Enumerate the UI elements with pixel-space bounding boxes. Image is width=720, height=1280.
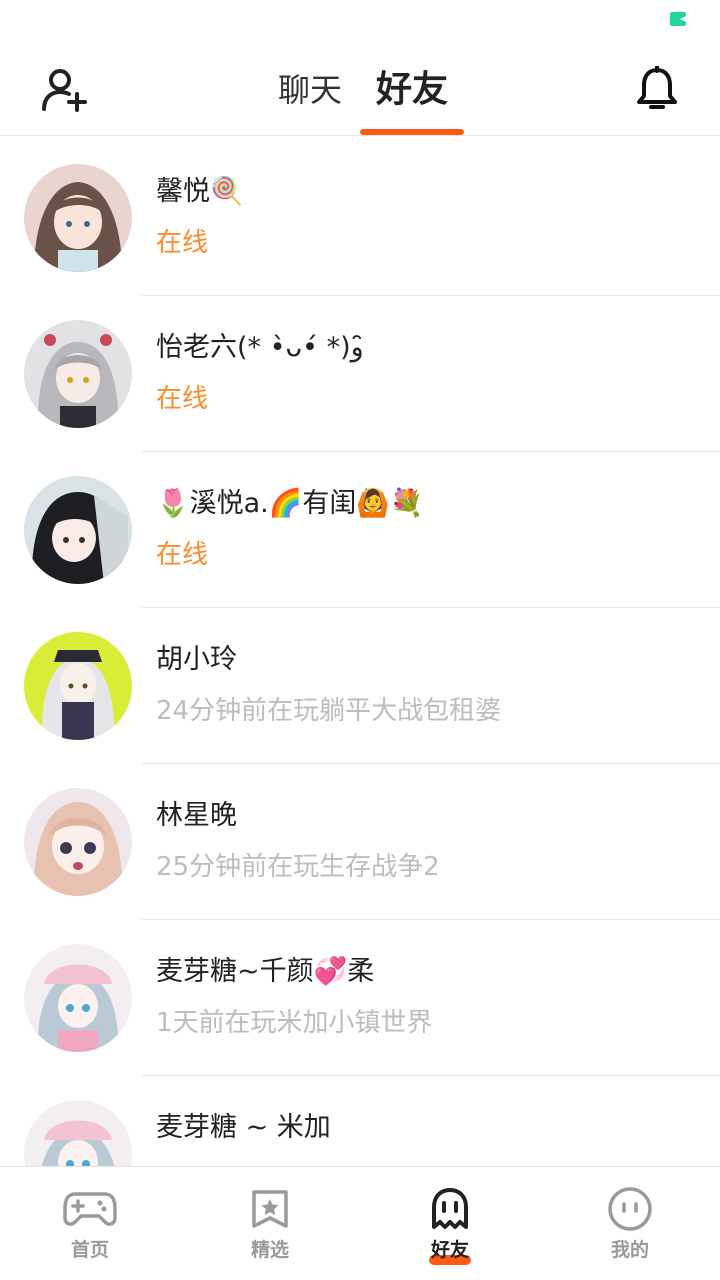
friend-status: 在线 — [156, 384, 209, 414]
notification-button[interactable] — [630, 62, 684, 116]
gamepad-icon — [62, 1185, 118, 1233]
add-friend-button[interactable] — [36, 64, 92, 116]
add-user-icon — [42, 69, 87, 112]
top-header: 聊天 好友 — [0, 40, 720, 136]
friend-status: 25分钟前在玩生存战争2 — [156, 852, 440, 882]
friend-status: 24分钟前在玩躺平大战包租婆 — [156, 696, 502, 726]
friends-screen: 聊天 好友 馨悦🍭 在线 怡老六(* •̀ᴗ•́ *)و ̑̑ 在线 🌷溪悦a.… — [0, 0, 720, 1280]
avatar — [24, 476, 132, 584]
nav-label: 首页 — [70, 1239, 109, 1261]
nav-label: 精选 — [250, 1239, 289, 1261]
tab-chat[interactable]: 聊天 — [278, 68, 342, 112]
active-tab-indicator — [360, 129, 464, 135]
avatar — [24, 164, 132, 272]
friend-status: 在线 — [156, 540, 209, 570]
face-icon — [602, 1185, 658, 1233]
nav-item-friends[interactable]: 好友 — [360, 1167, 540, 1280]
friend-name: 林星晚 — [156, 800, 237, 831]
friend-list-item[interactable]: 林星晚 25分钟前在玩生存战争2 — [0, 764, 720, 920]
avatar — [24, 788, 132, 896]
avatar — [24, 320, 132, 428]
friend-list-item[interactable]: 麦芽糖 ~ 米加 — [0, 1076, 720, 1166]
star-bookmark-icon — [242, 1185, 298, 1233]
nav-item-me[interactable]: 我的 — [540, 1167, 720, 1280]
friend-name: 馨悦🍭 — [156, 176, 244, 207]
friend-name: 麦芽糖~千颜💞柔 — [156, 956, 375, 987]
nav-item-home[interactable]: 首页 — [0, 1167, 180, 1280]
friend-name: 怡老六(* •̀ᴗ•́ *)و ̑̑ — [156, 332, 373, 363]
avatar — [24, 632, 132, 740]
tab-friends[interactable]: 好友 — [376, 68, 448, 112]
nav-item-featured[interactable]: 精选 — [180, 1167, 360, 1280]
avatar — [24, 1100, 132, 1166]
avatar — [24, 944, 132, 1052]
top-tabs: 聊天 好友 — [260, 40, 480, 136]
friend-status: 在线 — [156, 228, 209, 258]
friend-status: 1天前在玩米加小镇世界 — [156, 1008, 433, 1038]
friend-list-item[interactable]: 🌷溪悦a.🌈有闺🙆💐 在线 — [0, 452, 720, 608]
friend-list-item[interactable]: 馨悦🍭 在线 — [0, 140, 720, 296]
ghost-icon — [422, 1185, 478, 1233]
friend-list-item[interactable]: 怡老六(* •̀ᴗ•́ *)و ̑̑ 在线 — [0, 296, 720, 452]
friend-name: 🌷溪悦a.🌈有闺🙆💐 — [156, 488, 424, 519]
bottom-navigation: 首页 精选 好友 我的 — [0, 1166, 720, 1280]
status-bar — [0, 0, 720, 40]
friend-list: 馨悦🍭 在线 怡老六(* •̀ᴗ•́ *)و ̑̑ 在线 🌷溪悦a.🌈有闺🙆💐 … — [0, 140, 720, 1166]
friend-name: 麦芽糖 ~ 米加 — [156, 1112, 331, 1143]
status-indicator-icon — [670, 12, 686, 26]
friend-list-item[interactable]: 胡小玲 24分钟前在玩躺平大战包租婆 — [0, 608, 720, 764]
friend-name: 胡小玲 — [156, 644, 237, 675]
bell-icon — [637, 66, 677, 109]
friend-list-item[interactable]: 麦芽糖~千颜💞柔 1天前在玩米加小镇世界 — [0, 920, 720, 1076]
nav-label: 我的 — [610, 1239, 649, 1261]
nav-label: 好友 — [430, 1239, 469, 1261]
